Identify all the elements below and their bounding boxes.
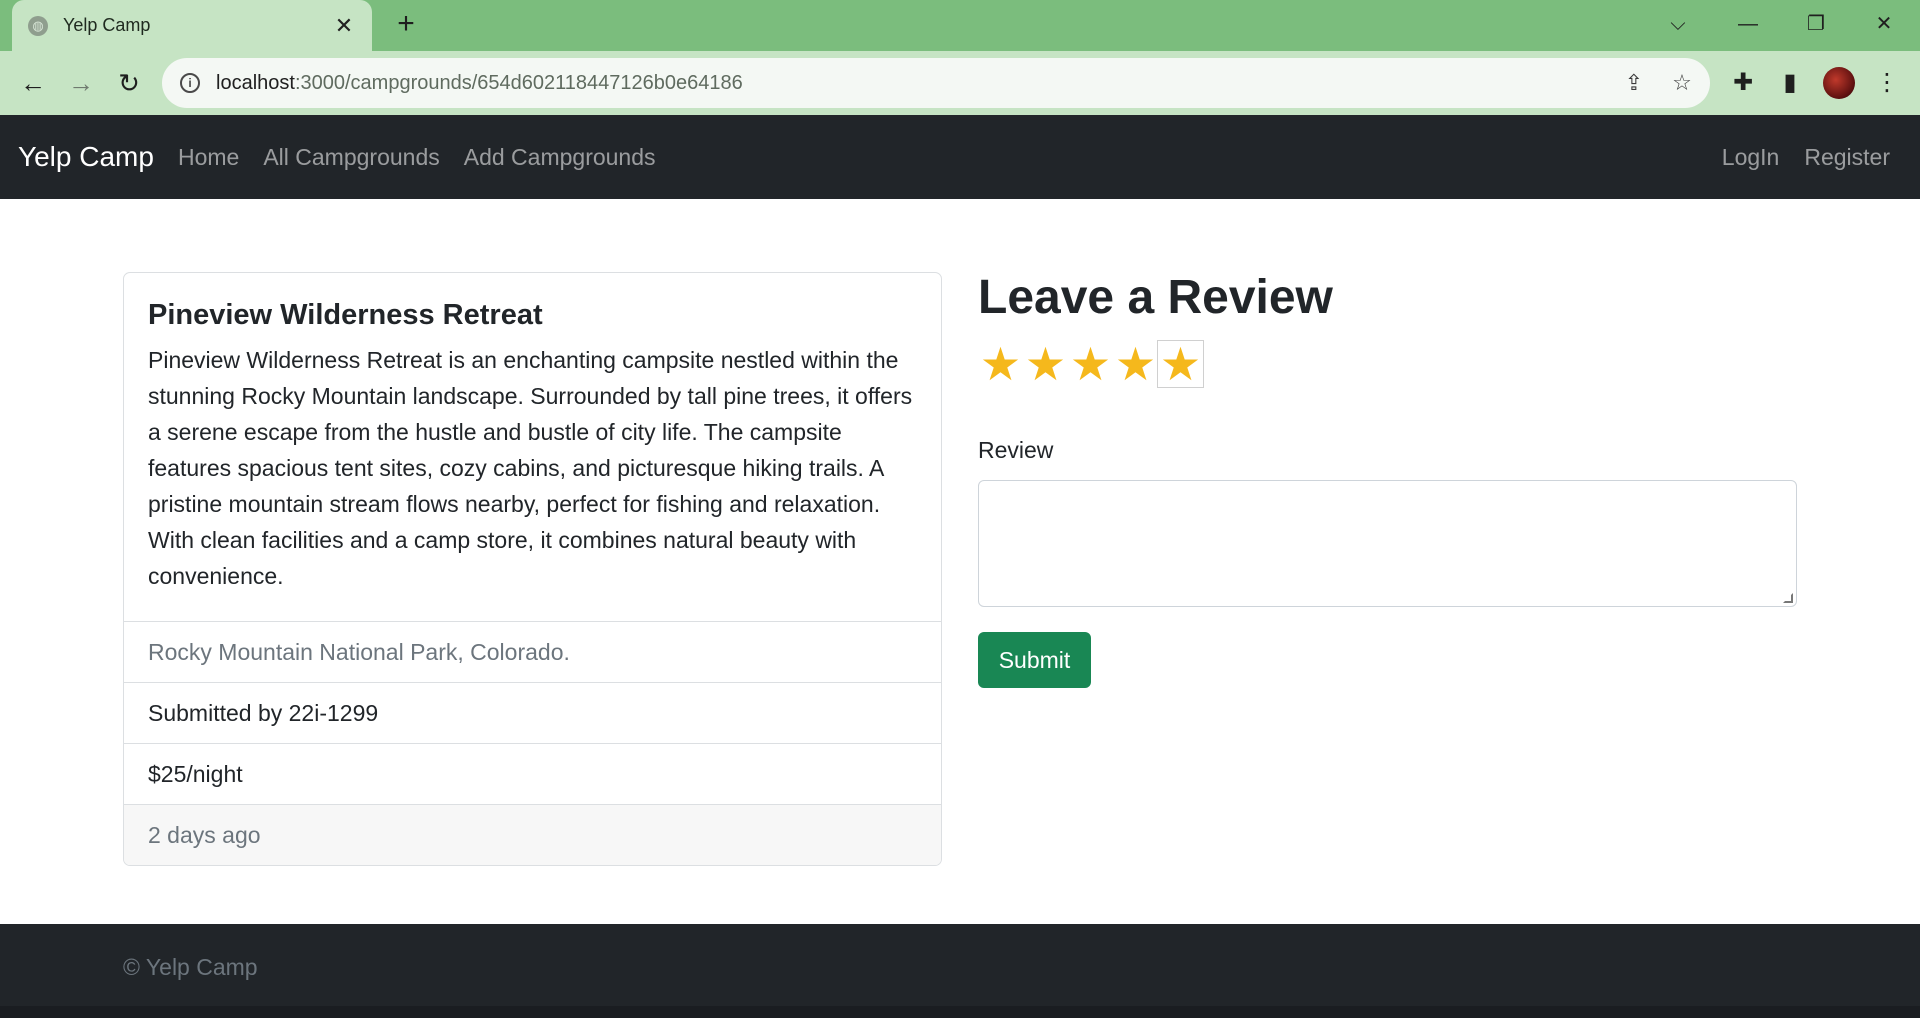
footer-bottom-strip [0,1006,1920,1018]
nav-auth-links: LogIn Register [1697,144,1890,171]
navbar-brand[interactable]: Yelp Camp [18,141,154,173]
browser-toolbar: ← → ↻ i localhost:3000/campgrounds/654d6… [0,51,1920,115]
card-body: Pineview Wilderness Retreat Pineview Wil… [124,273,941,622]
nav-link-add-campgrounds[interactable]: Add Campgrounds [464,144,656,171]
share-icon[interactable]: ⇪ [1614,63,1654,103]
url-host: localhost [216,71,295,94]
star-icon[interactable]: ★ [978,341,1023,387]
address-bar[interactable]: i localhost:3000/campgrounds/654d6021184… [162,58,1710,108]
star-icon[interactable]: ★ [1068,341,1113,387]
menu-kebab-icon[interactable]: ⋮ [1868,64,1906,102]
side-panel-icon[interactable]: ▮ [1771,64,1809,102]
campground-title: Pineview Wilderness Retreat [148,299,543,331]
tab-title: Yelp Camp [63,15,151,35]
review-label: Review [978,437,1054,463]
star-icon[interactable]: ★ [1157,340,1204,388]
nav-link-all-campgrounds[interactable]: All Campgrounds [263,144,439,171]
forward-icon[interactable]: → [62,64,100,102]
url-path: :3000/campgrounds/654d602118447126b0e641… [294,71,743,94]
restore-button[interactable]: ❐ [1788,6,1844,42]
card-footer-time: 2 days ago [124,805,941,865]
star-rating[interactable]: ★ ★ ★ ★ ★ [978,340,1204,388]
site-navbar: Yelp Camp Home All Campgrounds Add Campg… [0,115,1920,199]
nav-link-login[interactable]: LogIn [1722,144,1780,171]
star-icon[interactable]: ★ [1113,341,1158,387]
campground-author: Submitted by 22i-1299 [124,683,941,744]
site-footer: © Yelp Camp [0,924,1920,1018]
minimize-button[interactable]: — [1720,6,1776,42]
tab-search-icon[interactable]: ⌵ [1650,6,1706,42]
back-icon[interactable]: ← [14,64,52,102]
campground-card: Pineview Wilderness Retreat Pineview Wil… [123,272,942,866]
nav-link-home[interactable]: Home [178,144,239,171]
resize-handle-icon[interactable] [1783,593,1793,603]
review-heading: Leave a Review [978,271,1333,324]
bookmark-star-icon[interactable]: ☆ [1662,63,1702,103]
url-text[interactable]: localhost:3000/campgrounds/654d602118447… [216,72,1614,95]
browser-tabstrip: ◍ Yelp Camp ✕ + ⌵ — ❐ ✕ [0,0,1920,51]
star-icon[interactable]: ★ [1023,341,1068,387]
nav-link-register[interactable]: Register [1804,144,1890,171]
site-info-icon[interactable]: i [180,73,200,93]
profile-avatar[interactable] [1823,67,1855,99]
submit-button[interactable]: Submit [978,632,1091,688]
review-textarea[interactable] [978,480,1797,607]
browser-tab[interactable]: ◍ Yelp Camp ✕ [12,0,372,51]
close-window-button[interactable]: ✕ [1856,6,1912,42]
new-tab-button[interactable]: + [390,9,422,41]
campground-price: $25/night [124,744,941,805]
footer-copyright: © Yelp Camp [123,954,258,980]
extensions-icon[interactable]: ✚ [1724,64,1762,102]
campground-description: Pineview Wilderness Retreat is an enchan… [148,347,913,589]
globe-icon: ◍ [28,15,48,36]
close-tab-icon[interactable]: ✕ [332,13,356,39]
campground-location: Rocky Mountain National Park, Colorado. [124,622,941,683]
reload-icon[interactable]: ↻ [110,64,148,102]
